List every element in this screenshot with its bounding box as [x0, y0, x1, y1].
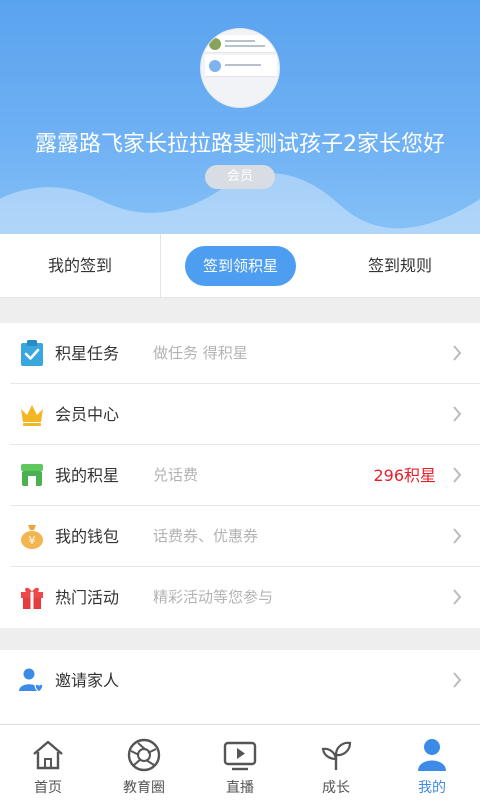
- menu-item-subtitle: 精彩活动等您参与: [153, 588, 274, 606]
- tab-label: 成长: [322, 780, 350, 796]
- aperture-icon: [127, 738, 161, 772]
- member-badge[interactable]: 会员: [205, 165, 275, 189]
- signin-rules-link[interactable]: 签到规则: [350, 234, 450, 298]
- menu-item-my-stars[interactable]: 我的积星 兑话费 296积星: [10, 445, 480, 506]
- person-icon: [418, 739, 446, 771]
- signin-get-stars-button[interactable]: 签到领积星: [185, 246, 296, 286]
- menu-item-member-center[interactable]: 会员中心: [10, 384, 480, 445]
- tab-label: 直播: [226, 780, 254, 796]
- stars-count: 296积星: [373, 466, 436, 485]
- tab-mine[interactable]: 我的: [384, 725, 480, 800]
- tab-live[interactable]: 直播: [192, 725, 288, 800]
- menu-item-subtitle: 兑话费: [153, 466, 199, 484]
- play-screen-icon: [223, 741, 257, 771]
- invite-family-icon: [19, 668, 44, 693]
- tab-growth[interactable]: 成长: [288, 725, 384, 800]
- chevron-right-icon: [453, 528, 462, 544]
- bottom-tab-bar: 首页 教育圈 直播 成长 我的: [0, 724, 480, 800]
- sprout-icon: [321, 741, 352, 770]
- clipboard-check-icon: [21, 340, 43, 366]
- menu-item-my-wallet[interactable]: ¥ 我的钱包 话费券、优惠券: [10, 506, 480, 567]
- menu-item-label: 我的钱包: [55, 527, 120, 546]
- menu-group-family: 邀请家人: [0, 650, 480, 724]
- tab-label: 首页: [34, 780, 62, 796]
- chevron-right-icon: [453, 589, 462, 605]
- profile-header: 露露路飞家长拉拉路斐测试孩子2家长您好 会员: [0, 0, 480, 234]
- menu-item-label: 热门活动: [55, 588, 120, 607]
- username: 露露路飞家长拉拉路斐测试孩子2家长您好: [35, 132, 445, 157]
- home-icon: [33, 740, 63, 770]
- tab-label: 教育圈: [123, 780, 165, 796]
- chevron-right-icon: [453, 467, 462, 483]
- chevron-right-icon: [453, 345, 462, 361]
- menu-item-star-tasks[interactable]: 积星任务 做任务 得积星: [10, 323, 480, 384]
- signin-bar: 我的签到 签到领积星 签到规则: [0, 234, 480, 298]
- avatar-thumbnail-row: [205, 35, 277, 53]
- avatar-thumbnail-row: [205, 55, 277, 77]
- tab-education-circle[interactable]: 教育圈: [96, 725, 192, 800]
- menu-item-label: 会员中心: [55, 405, 120, 424]
- tab-home[interactable]: 首页: [0, 725, 96, 800]
- chevron-right-icon: [453, 672, 462, 688]
- menu-item-label: 我的积星: [55, 466, 120, 485]
- avatar[interactable]: [200, 28, 280, 108]
- tab-label: 我的: [418, 780, 446, 796]
- menu-group-main: 积星任务 做任务 得积星 会员中心 我的积星 兑话费 296积星 ¥ 我的钱包 …: [0, 323, 480, 628]
- cloud-decoration: [0, 173, 480, 234]
- crown-icon: [21, 405, 43, 426]
- money-bag-icon: ¥: [21, 525, 43, 549]
- menu-item-subtitle: 话费券、优惠券: [153, 527, 259, 545]
- svg-text:¥: ¥: [29, 534, 36, 547]
- gift-icon: [21, 587, 43, 609]
- menu-item-label: 邀请家人: [55, 671, 120, 690]
- menu-item-hot-activities[interactable]: 热门活动 精彩活动等您参与: [10, 567, 480, 628]
- my-signin-button[interactable]: 我的签到: [0, 234, 160, 298]
- menu-item-label: 积星任务: [55, 344, 120, 363]
- menu-item-subtitle: 做任务 得积星: [153, 344, 248, 362]
- divider: [160, 234, 161, 298]
- chevron-right-icon: [453, 406, 462, 422]
- shop-icon: [21, 464, 43, 486]
- menu-item-invite-family[interactable]: 邀请家人: [10, 650, 480, 711]
